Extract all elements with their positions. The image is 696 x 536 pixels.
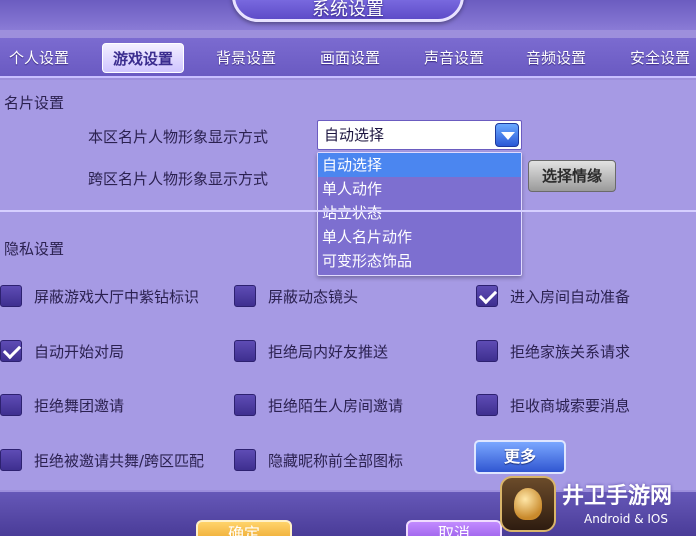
checkbox-box[interactable]: [0, 285, 22, 307]
checkbox-hide-nickname-icons[interactable]: 隐藏昵称前全部图标: [234, 449, 403, 471]
card-section-title: 名片设置: [4, 94, 65, 112]
watermark-logo: [500, 476, 556, 532]
chevron-down-icon[interactable]: [495, 123, 519, 147]
checkbox-box[interactable]: [0, 449, 22, 471]
dropdown-option[interactable]: 单人动作: [318, 177, 521, 201]
checkbox-auto-start[interactable]: 自动开始对局: [0, 340, 124, 362]
checkbox-box[interactable]: [234, 449, 256, 471]
watermark-title: 井卫手游网: [562, 484, 673, 509]
dropdown-option[interactable]: 可变形态饰品: [318, 249, 521, 273]
checkbox-label: 拒绝舞团邀请: [34, 396, 125, 415]
checkbox-label: 拒收商城索要消息: [510, 396, 631, 415]
tab-audio[interactable]: 音频设置: [516, 43, 596, 73]
checkbox-reject-family[interactable]: 拒绝家族关系请求: [476, 340, 630, 362]
checkbox-auto-ready[interactable]: 进入房间自动准备: [476, 285, 630, 307]
checkbox-label: 自动开始对局: [34, 342, 125, 361]
privacy-section-title: 隐私设置: [4, 240, 65, 258]
checkbox-label: 拒绝局内好友推送: [268, 342, 389, 361]
checkbox-reject-mall-request[interactable]: 拒收商城索要消息: [476, 394, 630, 416]
checkbox-box[interactable]: [0, 340, 22, 362]
checkbox-reject-cross-match[interactable]: 拒绝被邀请共舞/跨区匹配: [0, 449, 204, 471]
tab-security[interactable]: 安全设置: [620, 43, 696, 73]
checkbox-box[interactable]: [476, 285, 498, 307]
checkbox-hide-purple-diamond[interactable]: 屏蔽游戏大厅中紫钻标识: [0, 285, 199, 307]
checkbox-box[interactable]: [234, 394, 256, 416]
checkbox-box[interactable]: [234, 285, 256, 307]
tab-sound[interactable]: 声音设置: [414, 43, 494, 73]
checkbox-box[interactable]: [0, 394, 22, 416]
checkbox-reject-dance-group[interactable]: 拒绝舞团邀请: [0, 394, 124, 416]
cancel-button[interactable]: 取消: [406, 520, 502, 536]
dropdown-option[interactable]: 自动选择: [318, 153, 521, 177]
checkbox-label: 进入房间自动准备: [510, 287, 631, 306]
tab-bar: 个人设置 游戏设置 背景设置 画面设置 声音设置 音频设置 安全设置: [0, 38, 696, 78]
tab-personal[interactable]: 个人设置: [0, 43, 78, 73]
dropdown-options: 自动选择 单人动作 站立状态 单人名片动作 可变形态饰品: [317, 152, 522, 276]
dropdown-option[interactable]: 站立状态: [318, 201, 521, 225]
card-display-dropdown[interactable]: 自动选择: [317, 120, 522, 150]
confirm-button[interactable]: 确定: [196, 520, 292, 536]
checkbox-box[interactable]: [476, 340, 498, 362]
more-button[interactable]: 更多: [474, 440, 566, 474]
tab-graphics[interactable]: 画面设置: [310, 43, 390, 73]
checkbox-box[interactable]: [234, 340, 256, 362]
dropdown-option[interactable]: 单人名片动作: [318, 225, 521, 249]
cross-card-label: 跨区名片人物形象显示方式: [88, 170, 269, 188]
window-title: 系统设置: [232, 0, 464, 22]
checkbox-label: 拒绝被邀请共舞/跨区匹配: [34, 451, 205, 470]
section-divider: [0, 210, 696, 212]
local-card-label: 本区名片人物形象显示方式: [88, 128, 269, 146]
checkbox-reject-friend-push[interactable]: 拒绝局内好友推送: [234, 340, 388, 362]
checkbox-reject-stranger-room[interactable]: 拒绝陌生人房间邀请: [234, 394, 403, 416]
checkbox-label: 屏蔽动态镜头: [268, 287, 359, 306]
checkbox-label: 拒绝家族关系请求: [510, 342, 631, 361]
select-bond-button[interactable]: 选择情缘: [528, 160, 616, 192]
watermark-subtitle: Android & IOS: [584, 512, 668, 526]
checkbox-box[interactable]: [476, 394, 498, 416]
dropdown-value: 自动选择: [324, 126, 385, 144]
checkbox-hide-dynamic-camera[interactable]: 屏蔽动态镜头: [234, 285, 358, 307]
checkbox-label: 屏蔽游戏大厅中紫钻标识: [34, 287, 200, 306]
tab-game[interactable]: 游戏设置: [102, 43, 184, 73]
tab-background[interactable]: 背景设置: [206, 43, 286, 73]
checkbox-label: 拒绝陌生人房间邀请: [268, 396, 404, 415]
checkbox-label: 隐藏昵称前全部图标: [268, 451, 404, 470]
